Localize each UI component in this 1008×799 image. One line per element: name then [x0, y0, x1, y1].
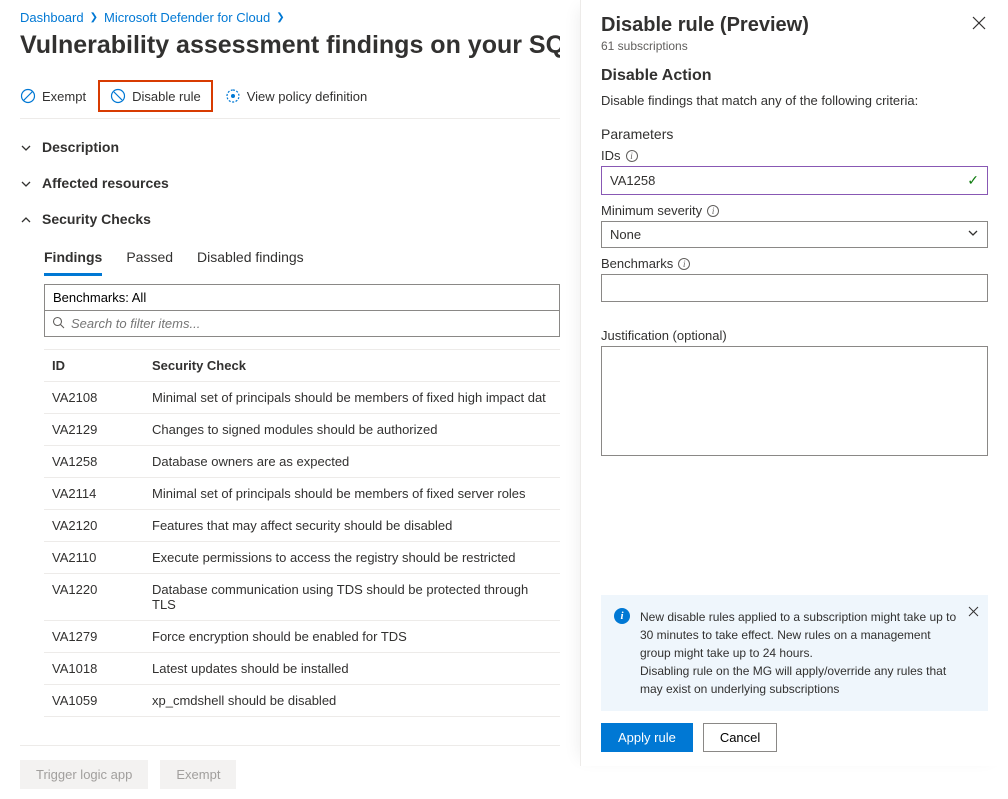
table-row[interactable]: VA2120Features that may affect security …: [44, 510, 560, 542]
section-affected-label: Affected resources: [42, 175, 169, 191]
close-icon[interactable]: [970, 14, 988, 35]
benchmarks-input[interactable]: [601, 274, 988, 302]
section-affected-resources[interactable]: Affected resources: [20, 165, 560, 201]
finding-check: Features that may affect security should…: [152, 518, 552, 533]
view-policy-label: View policy definition: [247, 89, 367, 104]
view-policy-button[interactable]: View policy definition: [225, 88, 367, 104]
apply-rule-button[interactable]: Apply rule: [601, 723, 693, 752]
table-row[interactable]: VA1258Database owners are as expected: [44, 446, 560, 478]
table-row[interactable]: VA1059xp_cmdshell should be disabled: [44, 685, 560, 717]
finding-check: Database communication using TDS should …: [152, 582, 552, 612]
info-icon[interactable]: i: [707, 205, 719, 217]
section-security-checks[interactable]: Security Checks: [20, 201, 560, 237]
exempt-label: Exempt: [42, 89, 86, 104]
info-message: i New disable rules applied to a subscri…: [601, 595, 988, 711]
info-icon[interactable]: i: [626, 150, 638, 162]
exempt-button[interactable]: Exempt: [20, 88, 86, 104]
finding-check: Minimal set of principals should be memb…: [152, 390, 552, 405]
table-row[interactable]: VA2110Execute permissions to access the …: [44, 542, 560, 574]
tab-disabled-findings[interactable]: Disabled findings: [197, 243, 304, 276]
disable-rule-label: Disable rule: [132, 89, 201, 104]
min-severity-label: Minimum severity i: [601, 203, 988, 218]
chevron-up-icon: [20, 213, 32, 225]
section-security-label: Security Checks: [42, 211, 151, 227]
chevron-down-icon: [20, 141, 32, 153]
section-description[interactable]: Description: [20, 129, 560, 165]
policy-icon: [225, 88, 241, 104]
bottom-bar: Trigger logic app Exempt: [20, 745, 560, 789]
benchmarks-label: Benchmarks i: [601, 256, 988, 271]
finding-check: Execute permissions to access the regist…: [152, 550, 552, 565]
table-row[interactable]: VA2129Changes to signed modules should b…: [44, 414, 560, 446]
ids-input[interactable]: VA1258 ✓: [601, 166, 988, 195]
chevron-down-icon: [967, 227, 979, 242]
finding-id: VA1258: [52, 454, 152, 469]
info-text-2: Disabling rule on the MG will apply/over…: [640, 662, 959, 698]
findings-table: ID Security Check VA2108Minimal set of p…: [44, 349, 560, 717]
finding-id: VA1059: [52, 693, 152, 708]
table-header: ID Security Check: [44, 350, 560, 382]
panel-description: Disable findings that match any of the f…: [601, 93, 988, 108]
ids-label: IDs i: [601, 148, 988, 163]
disable-rule-button[interactable]: Disable rule: [98, 80, 213, 112]
disable-action-title: Disable Action: [601, 67, 988, 85]
trigger-logic-app-button[interactable]: Trigger logic app: [20, 760, 148, 789]
finding-check: Changes to signed modules should be auth…: [152, 422, 552, 437]
min-severity-select[interactable]: None: [601, 221, 988, 248]
check-icon: ✓: [967, 172, 979, 189]
finding-check: Minimal set of principals should be memb…: [152, 486, 552, 501]
finding-id: VA2129: [52, 422, 152, 437]
finding-id: VA1220: [52, 582, 152, 612]
finding-check: xp_cmdshell should be disabled: [152, 693, 552, 708]
cancel-button[interactable]: Cancel: [703, 723, 777, 752]
info-icon: i: [614, 608, 630, 624]
col-header-security-check[interactable]: Security Check: [152, 358, 552, 373]
col-header-id[interactable]: ID: [52, 358, 152, 373]
panel-subtitle: 61 subscriptions: [601, 39, 988, 53]
disable-rule-panel: Disable rule (Preview) 61 subscriptions …: [580, 0, 1008, 766]
finding-id: VA2114: [52, 486, 152, 501]
justification-label: Justification (optional): [601, 328, 988, 343]
breadcrumb-dashboard[interactable]: Dashboard: [20, 10, 84, 25]
ids-value: VA1258: [610, 173, 655, 188]
panel-actions: Apply rule Cancel: [601, 723, 988, 752]
table-row[interactable]: VA2114Minimal set of principals should b…: [44, 478, 560, 510]
exempt-bottom-button[interactable]: Exempt: [160, 760, 236, 789]
finding-check: Database owners are as expected: [152, 454, 552, 469]
finding-id: VA1018: [52, 661, 152, 676]
table-row[interactable]: VA2108Minimal set of principals should b…: [44, 382, 560, 414]
justification-textarea[interactable]: [601, 346, 988, 456]
table-row[interactable]: VA1220Database communication using TDS s…: [44, 574, 560, 621]
info-text-1: New disable rules applied to a subscript…: [640, 608, 959, 662]
search-icon: [52, 316, 65, 332]
finding-id: VA2108: [52, 390, 152, 405]
chevron-down-icon: [20, 177, 32, 189]
chevron-right-icon: ❯: [276, 12, 284, 23]
finding-check: Force encryption should be enabled for T…: [152, 629, 552, 644]
finding-id: VA2110: [52, 550, 152, 565]
tab-passed[interactable]: Passed: [126, 243, 173, 276]
parameters-label: Parameters: [601, 126, 988, 142]
breadcrumb: Dashboard ❯ Microsoft Defender for Cloud…: [20, 10, 560, 25]
finding-id: VA2120: [52, 518, 152, 533]
table-row[interactable]: VA1018Latest updates should be installed: [44, 653, 560, 685]
dismiss-icon[interactable]: [968, 604, 979, 622]
panel-title: Disable rule (Preview): [601, 14, 809, 37]
benchmarks-filter[interactable]: [44, 284, 560, 311]
finding-id: VA1279: [52, 629, 152, 644]
min-severity-value: None: [610, 227, 641, 242]
disable-icon: [110, 88, 126, 104]
search-input[interactable]: [44, 310, 560, 337]
section-description-label: Description: [42, 139, 119, 155]
chevron-right-icon: ❯: [90, 12, 98, 23]
table-row[interactable]: VA1279Force encryption should be enabled…: [44, 621, 560, 653]
info-icon[interactable]: i: [678, 258, 690, 270]
exempt-icon: [20, 88, 36, 104]
tab-findings[interactable]: Findings: [44, 243, 102, 276]
tabs: Findings Passed Disabled findings: [44, 243, 560, 276]
page-title: Vulnerability assessment findings on you…: [20, 31, 560, 60]
finding-check: Latest updates should be installed: [152, 661, 552, 676]
breadcrumb-defender[interactable]: Microsoft Defender for Cloud: [104, 10, 270, 25]
toolbar: Exempt Disable rule View policy definiti…: [20, 88, 560, 119]
